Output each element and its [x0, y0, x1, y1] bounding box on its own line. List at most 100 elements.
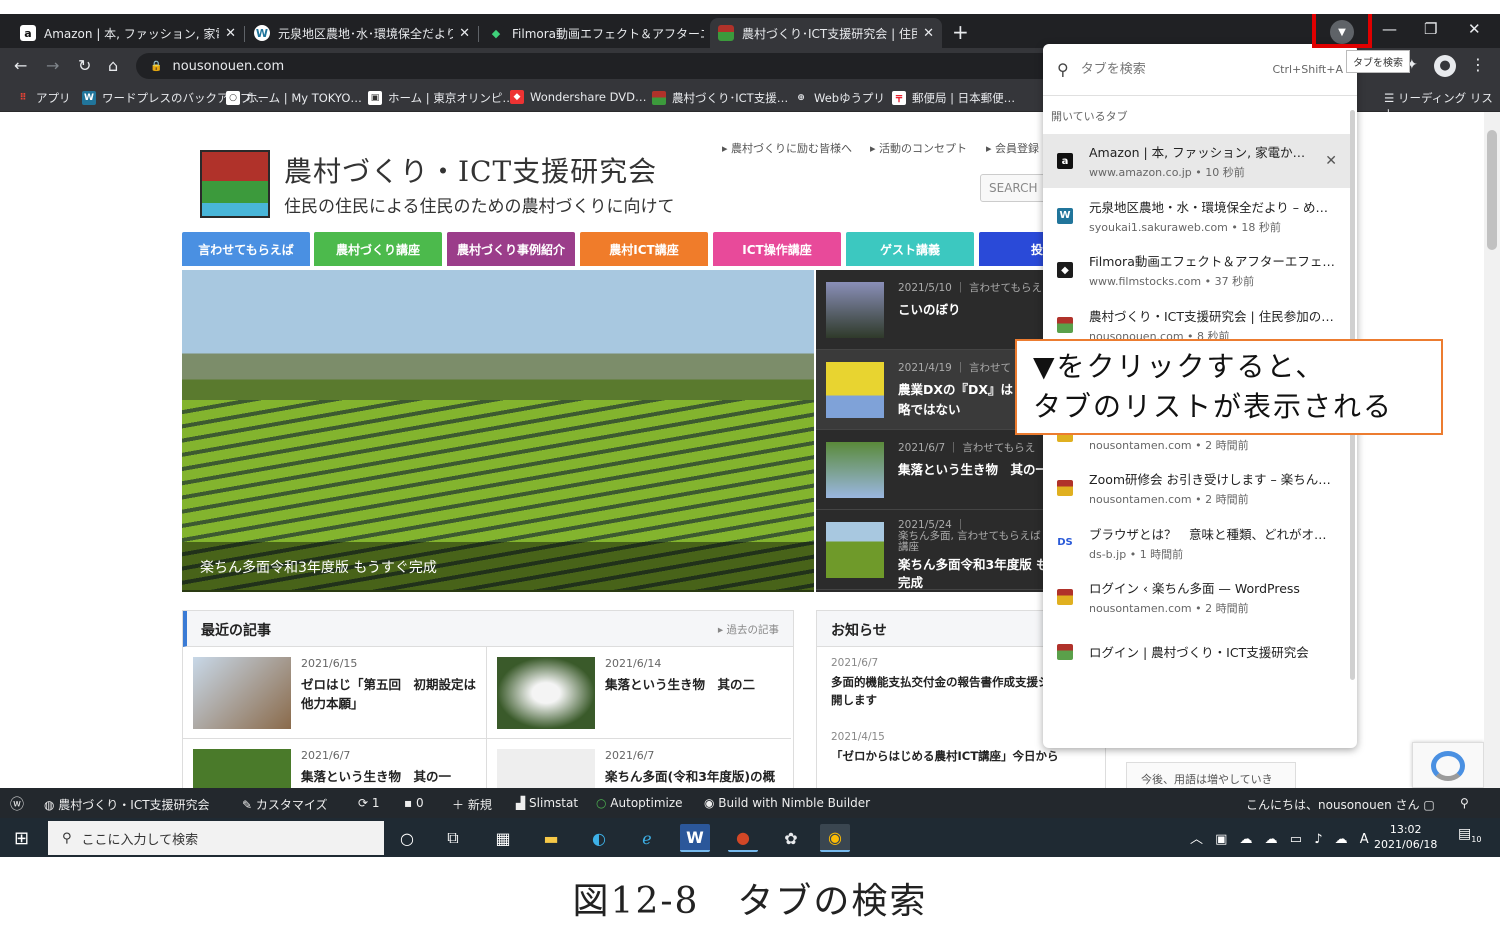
screenshot: a Amazon | 本, ファッション, 家電から… ✕ W 元泉地区農地･水…	[0, 14, 1500, 857]
account-link[interactable]: こんにちは、nousonouen さん ▢	[1246, 796, 1435, 813]
internet-explorer-icon[interactable]: ℯ	[632, 824, 662, 852]
list-item[interactable]: 2021/5/24 ｜ 楽ちん多面, 言わせてもらえば 講座 楽ちん多面令和3年…	[816, 510, 1056, 590]
cortana-icon[interactable]: ○	[392, 824, 422, 852]
tab-title: ログイン ‹ 楽ちん多面 — WordPress	[1089, 581, 1300, 596]
scrollbar-thumb[interactable]	[1487, 130, 1497, 250]
tab-list-item[interactable]: W 元泉地区農地・水・環境保全だより – め… syoukai1.sakuraweb…	[1043, 189, 1351, 243]
wordpress-icon[interactable]: ⓦ	[10, 794, 24, 814]
section-title: 最近の記事	[183, 611, 793, 647]
tab-title: Amazon | 本, ファッション, 家電から…	[1089, 145, 1318, 160]
top-link[interactable]: ▸ 会員登録	[986, 140, 1039, 156]
nav-tab[interactable]: 農村づくり講座	[314, 232, 442, 266]
post-card[interactable]: 2021/6/15 ゼロはじ「第五回 初期設定は他力本願」	[183, 647, 487, 739]
top-link[interactable]: ▸ 活動のコンセプト	[870, 140, 967, 156]
bookmark-item[interactable]: 〒郵便局 | 日本郵便…	[892, 90, 1015, 106]
forward-button[interactable]: →	[46, 56, 59, 75]
separator-dot: •	[1191, 602, 1206, 615]
tab-url-text: www.amazon.co.jp	[1089, 166, 1192, 179]
bookmark-item[interactable]: ○ ホーム | My TOKYO…	[226, 90, 362, 106]
nimble-builder-link[interactable]: ◉ Build with Nimble Builder	[704, 796, 870, 810]
bookmark-item[interactable]: ◆ Wondershare DVD…	[510, 90, 647, 104]
tab-list-item[interactable]: DS ブラウザとは？ 意味と種類、どれがオ… ds-b.jp • 1 時間前	[1043, 516, 1351, 570]
edge-icon[interactable]: ◐	[584, 824, 614, 852]
top-link[interactable]: ▸ 農村づくりに励む皆様へ	[722, 140, 852, 156]
site-subtitle: 住民の住民による住民のための農村づくりに向けて	[284, 197, 675, 217]
separator-dot: •	[1126, 547, 1140, 561]
hero-slider[interactable]: 楽ちん多面令和3年度版 もうすぐ完成	[182, 270, 814, 592]
profile-avatar[interactable]: ●	[1434, 55, 1456, 77]
dashboard-icon: ◍	[44, 798, 59, 812]
close-icon[interactable]: ✕	[225, 26, 236, 41]
tab-nousonouen[interactable]: 農村づくり･ICT支援研究会 | 住民参… ✕	[710, 18, 942, 48]
nav-tab[interactable]: ICT操作講座	[713, 232, 841, 266]
recent-posts: 最近の記事 ▸ 過去の記事 2021/6/15 ゼロはじ「第五回 初期設定は他力…	[182, 610, 794, 788]
word-icon[interactable]: W	[680, 824, 710, 852]
store-icon[interactable]: ▦	[488, 824, 518, 852]
tab-amazon[interactable]: a Amazon | 本, ファッション, 家電から… ✕	[12, 18, 244, 48]
tab-filmora[interactable]: ◆ Filmora動画エフェクト＆アフターエフェ	[480, 18, 712, 48]
system-tray[interactable]: ︿ ▣ ☁ ☁ ▭ ♪ ☁ A	[1190, 828, 1373, 847]
close-icon[interactable]: ✕	[459, 26, 470, 41]
reload-button[interactable]: ↻	[78, 56, 91, 75]
bookmark-apps[interactable]: ⠿ アプリ	[16, 90, 70, 106]
comments-link[interactable]: ▪ 0	[404, 796, 424, 810]
tab-list-item[interactable]: a Amazon | 本, ファッション, 家電から… www.amazon.co.…	[1043, 134, 1351, 188]
admin-site-link[interactable]: ◍ 農村づくり・ICT支援研究会	[44, 796, 210, 813]
file-explorer-icon[interactable]: ▬	[536, 824, 566, 852]
thumbnail	[826, 282, 884, 338]
nav-tab[interactable]: 農村ICT講座	[580, 232, 708, 266]
post-card[interactable]: 2021/6/7 楽ちん多面(令和3年度版)の概	[487, 739, 791, 788]
menu-icon[interactable]: ⋮	[1470, 55, 1486, 74]
recaptcha-badge[interactable]	[1412, 742, 1484, 788]
nav-tab[interactable]: 言わせてもらえば	[182, 232, 310, 266]
paint-icon[interactable]: ✿	[776, 824, 806, 852]
page-scrollbar[interactable]	[1484, 112, 1500, 788]
past-posts-link[interactable]: ▸ 過去の記事	[718, 622, 779, 637]
close-tab-icon[interactable]: ✕	[1325, 153, 1337, 169]
autoptimize-link[interactable]: ○ Autoptimize	[596, 796, 683, 810]
new-tab-button[interactable]: +	[952, 20, 969, 44]
chrome-icon[interactable]: ◉	[820, 824, 850, 852]
customize-link[interactable]: ✎ カスタマイズ	[242, 796, 328, 813]
tab-list-item[interactable]: Zoom研修会 お引き受けします – 楽ちん… nousontamen.com •…	[1043, 461, 1351, 515]
tab-search-field: ⚲ Ctrl+Shift+A	[1043, 44, 1357, 96]
tab-list-item[interactable]: ◆ Filmora動画エフェクト＆アフターエフェ… www.filmstocks.c…	[1043, 243, 1351, 297]
thumbnail	[193, 749, 291, 788]
list-item[interactable]: 2021/5/10 ｜ 言わせてもらえ こいのぼり	[816, 270, 1056, 350]
hero-caption[interactable]: 楽ちん多面令和3年度版 もうすぐ完成	[182, 542, 814, 592]
windows-start-icon[interactable]: ⊞	[14, 828, 29, 849]
site-logo[interactable]	[200, 150, 270, 218]
site-search-input[interactable]: SEARCH	[980, 174, 1050, 202]
minimize-button[interactable]: —	[1382, 20, 1397, 38]
globe-icon: ○	[226, 91, 240, 105]
taskbar-search-input[interactable]: ⚲ ここに入力して検索	[48, 821, 384, 855]
clock[interactable]: 13:02 2021/06/18	[1374, 822, 1437, 852]
bookmark-item[interactable]: 農村づくり･ICT支援…	[652, 90, 788, 106]
search-icon[interactable]: ⚲	[1460, 796, 1469, 810]
post-card[interactable]: 2021/6/7 集落という生き物 其の一	[183, 739, 487, 788]
tab-wordpress[interactable]: W 元泉地区農地･水･環境保全だより ✕	[246, 18, 478, 48]
list-item[interactable]: 2021/6/7 ｜ 言わせてもらえ 集落という生き物 其の一	[816, 430, 1056, 510]
post-card[interactable]: 2021/6/14 集落という生き物 其の二	[487, 647, 791, 739]
task-view-icon[interactable]: ⧉	[438, 824, 468, 852]
close-icon[interactable]: ✕	[923, 26, 934, 41]
tab-list-item[interactable]: ログイン ‹ 楽ちん多面 — WordPress nousontamen.com …	[1043, 570, 1351, 624]
tab-search-input[interactable]	[1080, 62, 1273, 77]
bookmark-item[interactable]: ⊕ Webゆうプリ	[794, 90, 885, 106]
updates-link[interactable]: ⟳ 1	[358, 796, 380, 810]
window-close-button[interactable]: ✕	[1468, 20, 1481, 38]
home-button[interactable]: ⌂	[108, 56, 118, 75]
back-button[interactable]: ←	[14, 56, 27, 75]
tab-list-text: Filmora動画エフェクト＆アフターエフェ… www.filmstocks.co…	[1089, 251, 1337, 289]
nav-tab[interactable]: 農村づくり事例紹介	[447, 232, 575, 266]
new-content-link[interactable]: ＋ 新規	[452, 796, 492, 813]
slimstat-link[interactable]: ▟ Slimstat	[516, 796, 578, 810]
nav-tab[interactable]: ゲスト講義	[846, 232, 974, 266]
site-title[interactable]: 農村づくり・ICT支援研究会	[284, 150, 657, 190]
bookmark-item[interactable]: ▣ ホーム | 東京オリンピ…	[368, 90, 514, 106]
restore-button[interactable]: ❐	[1424, 20, 1437, 38]
notification-icon[interactable]: ▤10	[1458, 826, 1481, 844]
tab-list-item[interactable]: ログイン | 農村づくり・ICT支援研究会	[1043, 625, 1351, 679]
thumbnail	[826, 522, 884, 578]
powerpoint-icon[interactable]: ●	[728, 824, 758, 852]
